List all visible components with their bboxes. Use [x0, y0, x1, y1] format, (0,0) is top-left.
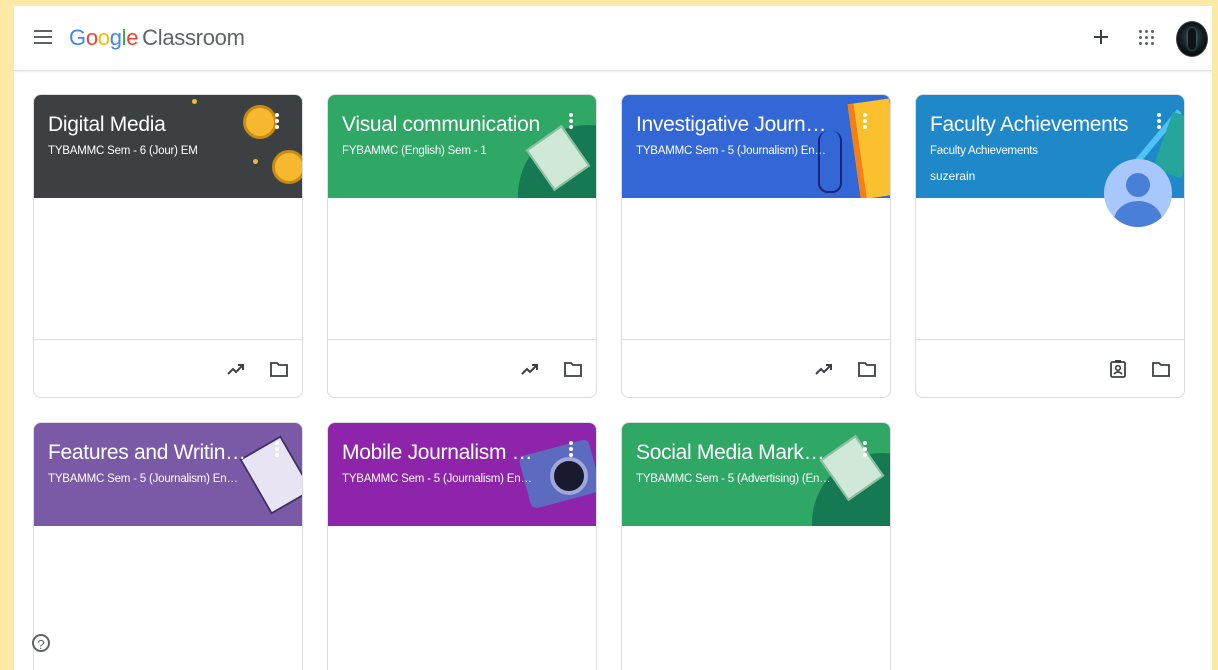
- class-card-header: Mobile Journalism an... TYBAMMC Sem - 5 …: [328, 423, 596, 526]
- logo-letter: e: [126, 25, 139, 50]
- class-card-header: Investigative Journali... TYBAMMC Sem - …: [622, 95, 890, 198]
- open-folder-icon[interactable]: [857, 359, 877, 379]
- open-folder-icon[interactable]: [563, 359, 583, 379]
- card-divider: [916, 339, 1184, 340]
- notepad-illustration-icon: [239, 435, 302, 515]
- more-options-icon[interactable]: [274, 441, 280, 459]
- logo-letter: o: [97, 25, 110, 50]
- open-your-work-icon[interactable]: [1108, 359, 1128, 379]
- book-illustration-icon: [847, 98, 890, 198]
- coin-illustration-icon: [272, 150, 302, 184]
- class-section: TYBAMMC Sem - 5 (Advertising) (Eng...: [636, 473, 832, 485]
- open-folder-icon[interactable]: [269, 359, 289, 379]
- class-section: TYBAMMC Sem - 5 (Journalism) Engli...: [342, 473, 538, 485]
- class-card-header: Social Media Marketi... TYBAMMC Sem - 5 …: [622, 423, 890, 526]
- screen-frame: Google Classroom Digital Media TYBAMMC Se…: [0, 0, 1218, 670]
- class-teacher-name: suzerain: [930, 169, 976, 183]
- open-gradebook-icon[interactable]: [226, 359, 246, 379]
- more-options-icon[interactable]: [568, 113, 574, 131]
- google-classroom-logo[interactable]: Google Classroom: [69, 25, 245, 51]
- class-name-link[interactable]: Digital Media: [48, 113, 248, 137]
- open-folder-icon[interactable]: [1151, 359, 1171, 379]
- logo-letter: G: [69, 25, 86, 50]
- class-name-link[interactable]: Faculty Achievements: [930, 113, 1130, 137]
- open-gradebook-icon[interactable]: [520, 359, 540, 379]
- help-icon[interactable]: ?: [32, 634, 50, 652]
- coin-illustration-icon: [243, 105, 277, 139]
- card-divider: [328, 339, 596, 340]
- teacher-avatar[interactable]: [1104, 159, 1172, 227]
- class-card[interactable]: Social Media Marketi... TYBAMMC Sem - 5 …: [621, 422, 891, 670]
- more-options-icon[interactable]: [862, 441, 868, 459]
- top-app-bar: Google Classroom: [14, 6, 1212, 71]
- google-apps-icon[interactable]: [1139, 30, 1155, 46]
- class-section: TYBAMMC Sem - 5 (Journalism) Engli...: [636, 145, 832, 157]
- class-card[interactable]: Features and Writing ... TYBAMMC Sem - 5…: [33, 422, 303, 670]
- product-name: Classroom: [142, 25, 245, 50]
- account-avatar[interactable]: [1176, 21, 1208, 57]
- class-card-header: Visual communication FYBAMMC (English) S…: [328, 95, 596, 198]
- class-card-header: Features and Writing ... TYBAMMC Sem - 5…: [34, 423, 302, 526]
- headphones-cable-icon: [818, 131, 842, 193]
- more-options-icon[interactable]: [568, 441, 574, 459]
- class-name-link[interactable]: Visual communication: [342, 113, 542, 137]
- class-name-link[interactable]: Features and Writing ...: [48, 441, 248, 465]
- create-or-join-class-button[interactable]: [1088, 24, 1114, 50]
- class-card[interactable]: Mobile Journalism an... TYBAMMC Sem - 5 …: [327, 422, 597, 670]
- sparkle-icon: [192, 99, 197, 104]
- card-divider: [34, 339, 302, 340]
- camera-lens-icon: [550, 457, 588, 495]
- sparkle-icon: [253, 159, 258, 164]
- more-options-icon[interactable]: [1156, 113, 1162, 131]
- class-name-link[interactable]: Social Media Marketi...: [636, 441, 836, 465]
- main-menu-icon[interactable]: [34, 30, 52, 44]
- class-card[interactable]: Visual communication FYBAMMC (English) S…: [327, 94, 597, 398]
- class-section: FYBAMMC (English) Sem - 1: [342, 145, 487, 157]
- class-card[interactable]: Digital Media TYBAMMC Sem - 6 (Jour) EM: [33, 94, 303, 398]
- class-name-link[interactable]: Mobile Journalism an...: [342, 441, 542, 465]
- class-name-link[interactable]: Investigative Journali...: [636, 113, 836, 137]
- classroom-app: Google Classroom Digital Media TYBAMMC Se…: [14, 6, 1212, 670]
- more-options-icon[interactable]: [274, 113, 280, 131]
- logo-letter: o: [85, 25, 98, 50]
- class-section: Faculty Achievements: [930, 145, 1038, 157]
- class-card-header: Digital Media TYBAMMC Sem - 6 (Jour) EM: [34, 95, 302, 198]
- more-options-icon[interactable]: [862, 113, 868, 131]
- class-section: TYBAMMC Sem - 5 (Journalism) Engli...: [48, 473, 244, 485]
- class-card[interactable]: Investigative Journali... TYBAMMC Sem - …: [621, 94, 891, 398]
- logo-letter: g: [109, 25, 122, 50]
- card-divider: [622, 339, 890, 340]
- class-section: TYBAMMC Sem - 6 (Jour) EM: [48, 145, 198, 157]
- class-card[interactable]: Faculty Achievements Faculty Achievement…: [915, 94, 1185, 398]
- open-gradebook-icon[interactable]: [814, 359, 834, 379]
